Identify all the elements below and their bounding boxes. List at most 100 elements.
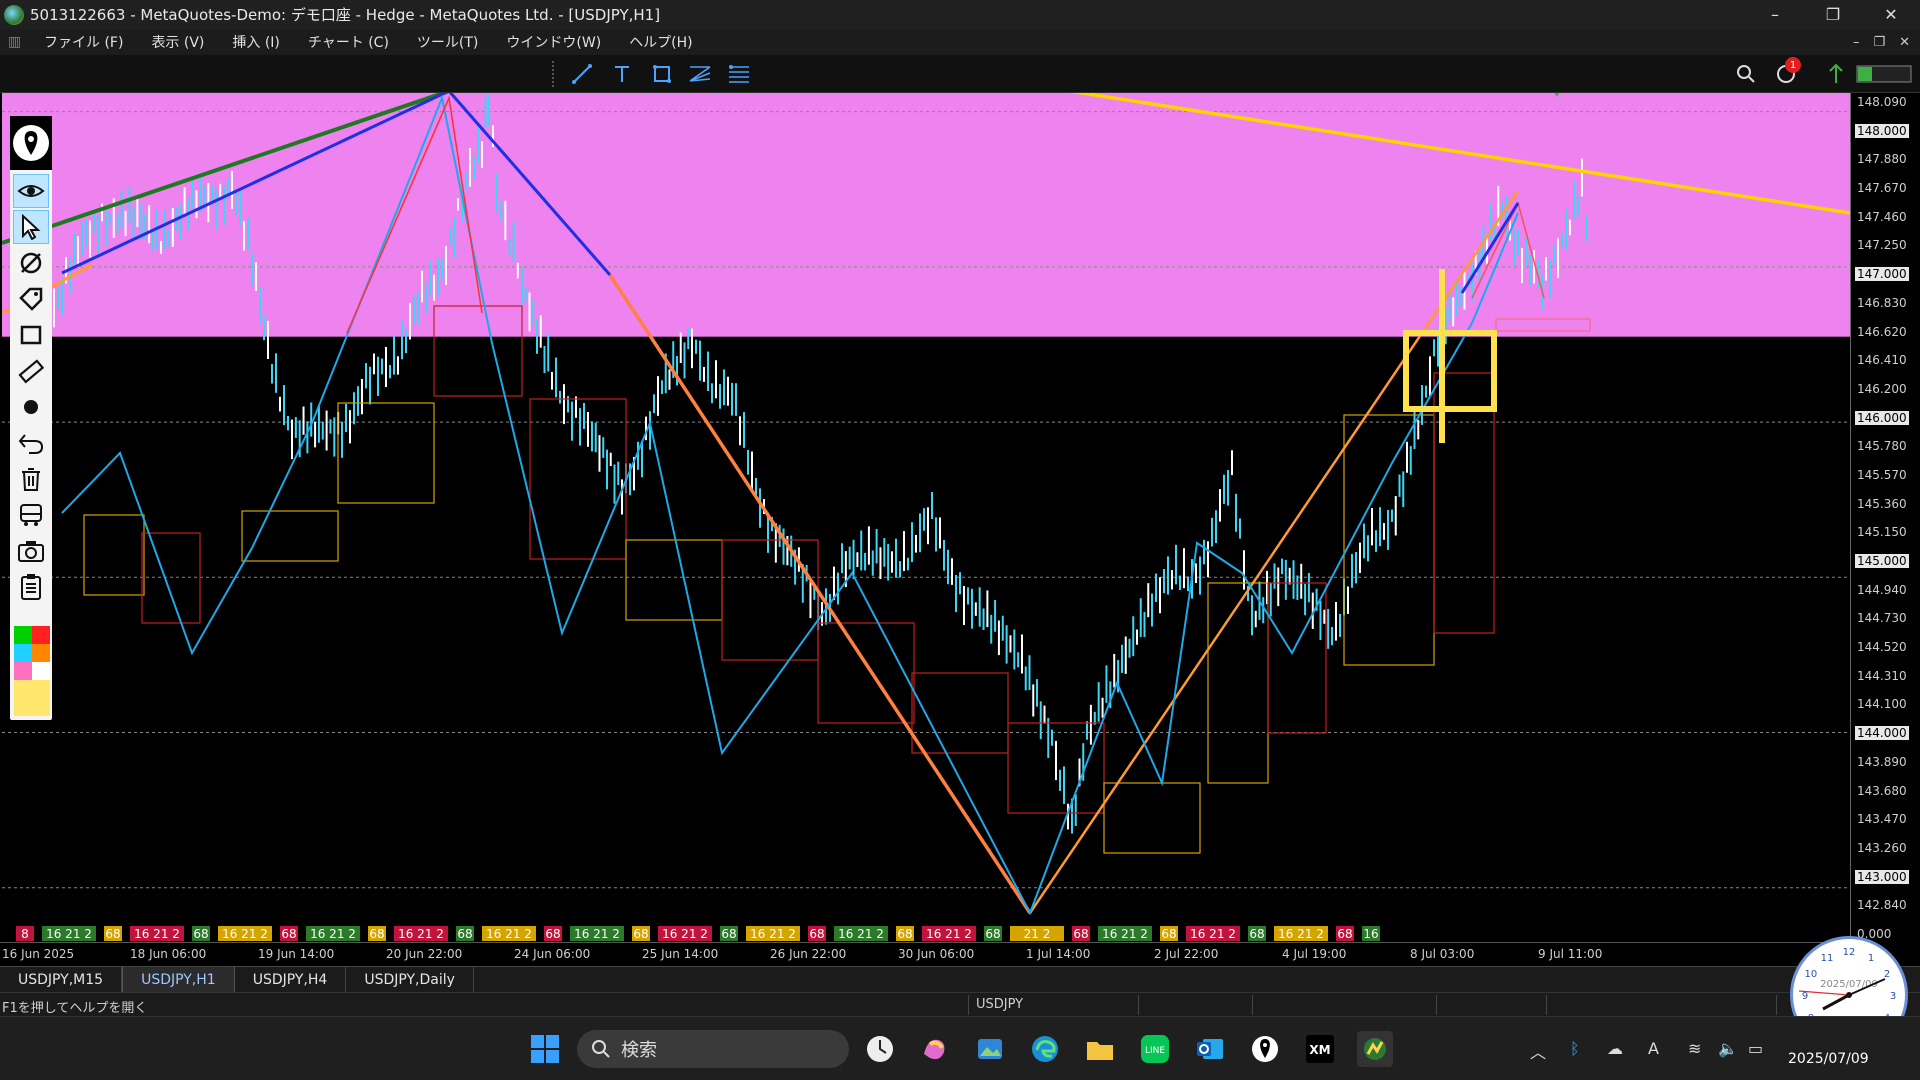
photos-icon[interactable] [972, 1031, 1008, 1067]
tab-usdjpy-m15[interactable]: USDJPY,M15 [0, 967, 123, 992]
fibonacci-icon[interactable] [725, 61, 753, 87]
circle-tool-icon[interactable] [13, 246, 49, 280]
price-tick-label: 147.880 [1857, 152, 1907, 167]
price-chart[interactable]: 8 16 21 2 68 16 21 2 68 16 21 2 68 16 21 2 68 16 … [1, 77, 1851, 942]
color-swatch[interactable] [32, 644, 50, 662]
tab-usdjpy-daily[interactable]: USDJPY,Daily [346, 967, 474, 992]
file-explorer-icon[interactable] [1082, 1031, 1118, 1067]
tab-usdjpy-h1[interactable]: USDJPY,H1 [122, 967, 235, 992]
undo-icon[interactable] [13, 426, 49, 460]
session-strip-label: 68 [1073, 927, 1088, 941]
xm-trading-icon[interactable]: XM [1302, 1031, 1338, 1067]
rectangle-tool-icon[interactable] [13, 318, 49, 352]
chart-window-icon[interactable]: ▥ [8, 34, 30, 50]
status-help-hint: F1を押してヘルプを開く [2, 1001, 148, 1016]
wifi-icon[interactable]: ≋ [1688, 1039, 1701, 1058]
price-tick-label: 143.260 [1857, 840, 1907, 855]
time-axis[interactable]: 16 Jun 2025 18 Jun 06:00 19 Jun 14:00 20 Ju… [0, 942, 1850, 966]
status-divider [1546, 995, 1547, 1015]
session-strip-label: 16 21 2 [750, 927, 796, 941]
chart-canvas[interactable]: 8 16 21 2 68 16 21 2 68 16 21 2 68 16 21 2 68 16 … [1, 77, 1851, 942]
mdi-close-button[interactable]: ✕ [1899, 35, 1910, 50]
edge-icon[interactable] [1027, 1031, 1063, 1067]
color-swatch[interactable] [32, 626, 50, 644]
volume-icon[interactable]: 🔈 [1718, 1039, 1738, 1058]
mdi-restore-button[interactable]: ❐ [1873, 35, 1885, 50]
price-tick-label: 143.470 [1857, 812, 1907, 827]
signal-icon[interactable] [1826, 61, 1846, 87]
color-swatch[interactable] [32, 662, 50, 680]
status-divider [1776, 995, 1777, 1015]
menu-chart[interactable]: チャート (C) [294, 32, 403, 52]
clock-numeral: 3 [1890, 991, 1896, 1002]
color-swatch[interactable] [14, 644, 32, 662]
line-icon[interactable]: LINE [1137, 1031, 1173, 1067]
camera-icon[interactable] [13, 534, 49, 568]
status-divider [1138, 995, 1139, 1015]
menu-tools[interactable]: ツール(T) [403, 32, 492, 52]
search-icon[interactable] [1736, 61, 1756, 87]
resistance-zone [2, 93, 1850, 337]
trash-icon[interactable] [13, 462, 49, 496]
session-strip-label: 21 2 [1024, 927, 1051, 941]
maximize-button[interactable]: ❐ [1804, 0, 1862, 29]
color-swatch[interactable] [14, 662, 32, 680]
minimize-button[interactable]: – [1746, 0, 1804, 29]
search-icon [592, 1040, 610, 1058]
session-strip-label: 16 21 2 [486, 927, 532, 941]
color-swatch[interactable] [14, 626, 32, 644]
time-tick-label: 20 Jun 22:00 [386, 947, 463, 961]
text-icon[interactable] [608, 61, 636, 87]
pen-tool-icon[interactable] [1247, 1031, 1283, 1067]
dot-icon[interactable] [13, 390, 49, 424]
tag-icon[interactable] [13, 282, 49, 316]
toolbar-grip[interactable] [552, 61, 556, 87]
cursor-icon[interactable] [13, 210, 49, 244]
copilot-icon[interactable] [917, 1031, 953, 1067]
price-axis[interactable]: 148.090 148.000 147.880 147.670 147.460 147.2… [1850, 93, 1920, 942]
session-box [141, 532, 201, 624]
session-strip-label: 16 21 2 [574, 927, 620, 941]
window-title: 5013122663 - MetaQuotes-Demo: デモ口座 - Hed… [30, 6, 661, 24]
outlook-icon[interactable] [1192, 1031, 1228, 1067]
session-box [529, 398, 627, 560]
bluetooth-icon[interactable]: ᛒ [1570, 1039, 1580, 1058]
color-swatch[interactable] [14, 680, 50, 716]
search-placeholder: 検索 [621, 1040, 657, 1061]
onedrive-icon[interactable]: ☁ [1607, 1039, 1623, 1058]
mdi-controls: – ❐ ✕ [1853, 35, 1920, 50]
eye-icon[interactable] [13, 174, 49, 208]
tab-usdjpy-h4[interactable]: USDJPY,H4 [235, 967, 347, 992]
menu-insert[interactable]: 挿入 (I) [218, 32, 294, 52]
close-button[interactable]: ✕ [1862, 0, 1920, 29]
trendline-icon[interactable] [568, 61, 596, 87]
price-tick-label: 144.520 [1857, 640, 1907, 655]
tray-overflow-icon[interactable]: ︿ [1530, 1039, 1546, 1063]
clipboard-icon[interactable] [13, 570, 49, 604]
taskbar-date[interactable]: 2025/07/09 [1788, 1051, 1869, 1067]
notifications-icon[interactable]: 1 [1775, 57, 1801, 87]
connection-strength-icon[interactable] [1856, 61, 1912, 87]
price-tick-label: 143.000 [1855, 869, 1909, 884]
start-icon[interactable] [527, 1031, 563, 1067]
menu-file[interactable]: ファイル (F) [30, 32, 137, 52]
clock-app-icon[interactable] [862, 1031, 898, 1067]
mdi-minimize-button[interactable]: – [1853, 35, 1860, 50]
menu-view[interactable]: 表示 (V) [137, 32, 218, 52]
ime-icon[interactable]: A [1648, 1039, 1659, 1058]
taskbar-search[interactable]: 検索 [577, 1030, 849, 1068]
battery-icon[interactable]: ▭ [1748, 1039, 1763, 1058]
session-strip-label: 68 [369, 927, 384, 941]
session-box [625, 539, 723, 621]
rectangle-icon[interactable] [648, 61, 676, 87]
ruler-icon[interactable] [13, 354, 49, 388]
menu-window[interactable]: ウインドウ(W) [492, 32, 615, 52]
session-strip-label: 16 21 2 [662, 927, 708, 941]
metatrader-taskbar-icon[interactable] [1357, 1031, 1393, 1067]
windows-taskbar: 検索 LINE XM ︿ ᛒ ☁ A ≋ 🔈 ▭ 2025/07/09 [0, 1016, 1920, 1080]
notification-badge: 1 [1785, 57, 1801, 73]
drawing-tool-logo[interactable] [10, 116, 52, 170]
fibonacci-fan-icon[interactable] [686, 61, 714, 87]
menu-help[interactable]: ヘルプ(H) [615, 32, 706, 52]
bus-icon[interactable] [13, 498, 49, 532]
